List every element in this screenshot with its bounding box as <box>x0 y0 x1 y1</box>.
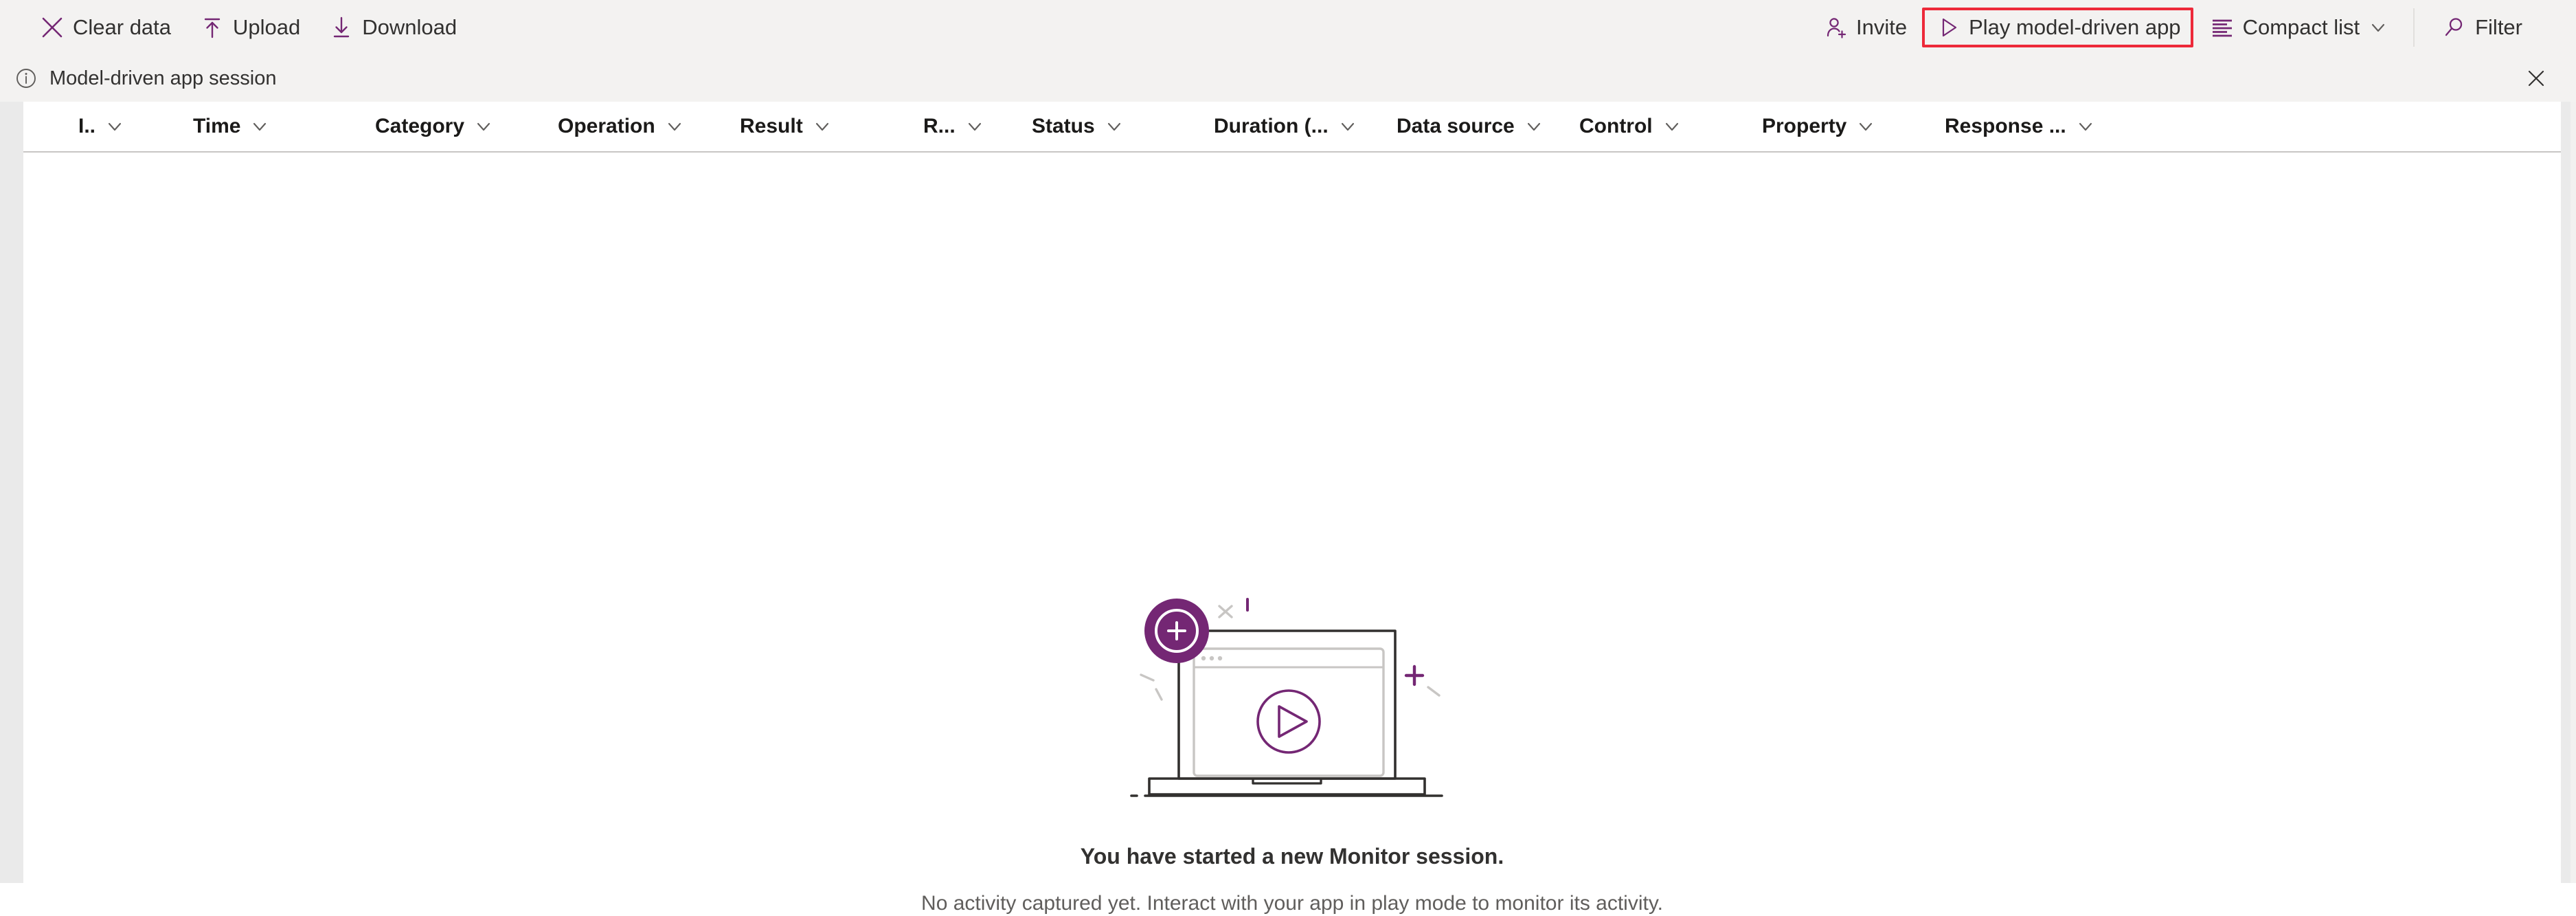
search-magnifier-icon <box>2441 14 2468 41</box>
chevron-down-icon[interactable] <box>1662 117 1682 136</box>
list-lines-icon <box>2208 14 2236 41</box>
grid-column-header-label: Time <box>193 115 241 137</box>
chevron-down-icon[interactable] <box>250 117 269 136</box>
clear-data-label: Clear data <box>73 14 172 39</box>
grid-column-header-label: Property <box>1762 115 1847 137</box>
grid-column-header-label: Result <box>740 115 803 137</box>
grid-column-header-label: Duration (... <box>1214 115 1329 137</box>
filter-label: Filter <box>2475 14 2522 39</box>
download-arrow-icon <box>328 14 355 41</box>
command-bar-right-group: Invite Play model-driven app Compact lis… <box>1808 7 2536 47</box>
chevron-down-icon <box>2369 19 2387 36</box>
grid-header-row: I.. Time Category Operation Result R... Status… <box>23 102 2561 153</box>
grid-column-header[interactable]: Control <box>1579 102 1682 151</box>
info-circle-icon <box>12 65 40 92</box>
session-notification-bar: Model-driven app session <box>0 54 2576 102</box>
close-x-icon <box>38 14 66 41</box>
compact-list-label: Compact list <box>2242 14 2360 39</box>
empty-state: You have started a new Monitor session. … <box>23 583 2561 916</box>
grid-column-header-label: Status <box>1032 115 1095 137</box>
clear-data-button[interactable]: Clear data <box>25 8 185 47</box>
grid-column-header[interactable]: Data source <box>1397 102 1544 151</box>
grid-column-header-label: I.. <box>78 115 96 137</box>
play-triangle-icon <box>1934 14 1962 41</box>
chevron-down-icon[interactable] <box>665 117 684 136</box>
left-gutter <box>0 102 23 883</box>
empty-state-title: You have started a new Monitor session. <box>1080 844 1504 869</box>
chevron-down-icon[interactable] <box>1338 117 1357 136</box>
invite-button[interactable]: Invite <box>1808 8 1921 47</box>
play-model-driven-app-label: Play model-driven app <box>1969 14 2181 39</box>
command-bar-left-group: Clear data Upload Download <box>25 8 471 47</box>
chevron-down-icon[interactable] <box>1105 117 1124 136</box>
filter-button[interactable]: Filter <box>2427 8 2536 47</box>
add-person-icon <box>1822 14 1849 41</box>
grid-column-header[interactable]: Response ... <box>1945 102 2095 151</box>
chevron-down-icon[interactable] <box>105 117 124 136</box>
grid-column-header-label: Response ... <box>1945 115 2066 137</box>
download-button[interactable]: Download <box>314 8 471 47</box>
grid-column-header-label: Data source <box>1397 115 1515 137</box>
grid-column-header[interactable]: I.. <box>78 102 124 151</box>
command-bar: Clear data Upload Download Invite Play m… <box>0 0 2576 54</box>
grid-column-header-label: Operation <box>558 115 655 137</box>
grid-column-header[interactable]: Time <box>193 102 269 151</box>
upload-arrow-icon <box>199 14 226 41</box>
grid-column-header-label: Control <box>1579 115 1653 137</box>
compact-list-button[interactable]: Compact list <box>2195 8 2402 47</box>
vertical-scrollbar-thumb[interactable] <box>2561 102 2571 883</box>
grid-column-header[interactable]: Property <box>1762 102 1875 151</box>
session-status-text: Model-driven app session <box>49 67 277 89</box>
upload-button[interactable]: Upload <box>185 8 314 47</box>
grid-column-header[interactable]: Status <box>1032 102 1124 151</box>
laptop-play-button-illustration <box>1114 583 1471 820</box>
chevron-down-icon[interactable] <box>1856 117 1875 136</box>
chevron-down-icon[interactable] <box>474 117 493 136</box>
grid-column-header[interactable]: Result <box>740 102 832 151</box>
chevron-down-icon[interactable] <box>813 117 832 136</box>
grid-column-header[interactable]: Category <box>375 102 493 151</box>
grid-column-header[interactable]: Duration (... <box>1214 102 1357 151</box>
close-icon[interactable] <box>2520 62 2553 95</box>
grid-column-header-label: Category <box>375 115 465 137</box>
monitor-events-grid: I.. Time Category Operation Result R... Status… <box>23 102 2561 915</box>
grid-column-header[interactable]: R... <box>923 102 984 151</box>
upload-label: Upload <box>233 14 301 39</box>
chevron-down-icon[interactable] <box>2076 117 2095 136</box>
grid-column-header[interactable]: Operation <box>558 102 684 151</box>
grid-column-header-label: R... <box>923 115 956 137</box>
download-label: Download <box>362 14 457 39</box>
chevron-down-icon[interactable] <box>1524 117 1544 136</box>
play-model-driven-app-button[interactable]: Play model-driven app <box>1925 10 2190 45</box>
play-model-driven-app-highlight: Play model-driven app <box>1922 7 2193 47</box>
empty-state-subtitle: No activity captured yet. Interact with … <box>921 892 1663 915</box>
chevron-down-icon[interactable] <box>965 117 984 136</box>
toolbar-divider <box>2413 8 2415 47</box>
invite-label: Invite <box>1856 14 1908 39</box>
